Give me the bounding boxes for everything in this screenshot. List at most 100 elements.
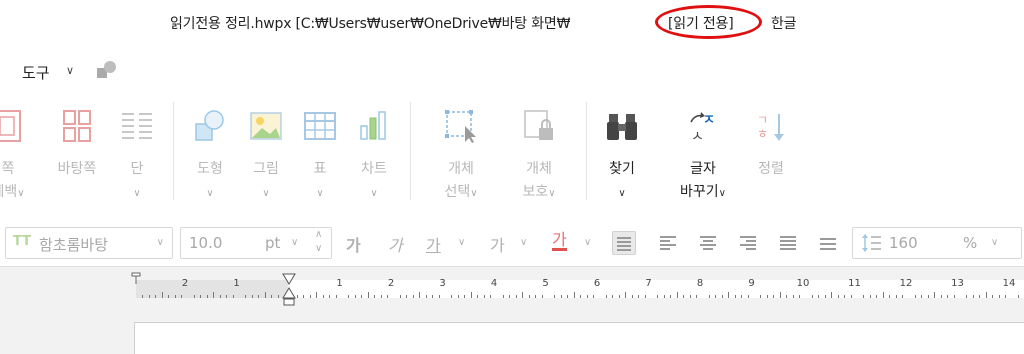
underline-button[interactable]: 가 xyxy=(426,232,441,256)
separator xyxy=(410,102,411,200)
document-page[interactable] xyxy=(134,322,1024,354)
font-type-icon: TT xyxy=(13,234,32,249)
page-border-button[interactable]: 쪽 테백∨ xyxy=(0,92,30,212)
left-indent-marker[interactable] xyxy=(128,272,144,286)
ruler-tick xyxy=(554,295,556,298)
sort-button[interactable]: ㄱ ㅎ 정렬 xyxy=(748,92,794,212)
ruler-tick xyxy=(831,292,833,298)
columns-button[interactable]: 단 ∨ xyxy=(116,92,158,212)
ruler-tick xyxy=(464,295,466,298)
ruler-tick xyxy=(155,295,157,298)
ribbon-label: 찾기 xyxy=(609,161,635,177)
justify-align-button[interactable] xyxy=(612,231,636,255)
chevron-down-icon[interactable]: ∨ xyxy=(291,237,298,248)
font-size-field[interactable]: 10.0 pt ∨ ∧ ∨ xyxy=(180,227,332,259)
ruler-label: 3 xyxy=(439,278,446,289)
chevron-down-icon[interactable]: ∨ xyxy=(66,64,74,77)
chevron-down-icon: ∨ xyxy=(262,188,270,199)
ruler-tick xyxy=(432,295,434,298)
ruler-tick xyxy=(741,295,743,298)
ribbon-label: 테백 xyxy=(0,184,18,200)
ribbon-label: 개체 xyxy=(526,161,552,177)
stepper-down-icon[interactable]: ∨ xyxy=(315,243,322,254)
ribbon-label: 개체 xyxy=(448,161,474,177)
chevron-down-icon[interactable]: ∨ xyxy=(584,237,591,248)
chevron-down-icon: ∨ xyxy=(618,188,626,199)
font-color-button[interactable]: 가 xyxy=(552,232,567,251)
ruler-tick xyxy=(483,295,485,298)
ruler-tick xyxy=(850,295,852,298)
chart-button[interactable]: 차트 ∨ xyxy=(350,92,398,212)
ruler-label: 1 xyxy=(336,278,343,289)
ruler-tick xyxy=(747,295,749,298)
ruler-tick xyxy=(303,295,305,298)
stepper-up-icon[interactable]: ∧ xyxy=(315,229,322,240)
ruler-tick xyxy=(927,295,929,298)
protect-object-button[interactable]: 개체 보호∨ xyxy=(506,92,572,212)
center-align-button[interactable] xyxy=(696,231,720,255)
title-bar: 읽기전용 정리.hwpx [C:₩Users₩user₩OneDrive₩바탕 … xyxy=(0,0,1024,44)
menu-row: 도구 ∨ xyxy=(0,52,1024,90)
find-button[interactable]: 찾기 ∨ xyxy=(598,92,646,212)
bold-button[interactable]: 가 xyxy=(346,232,361,256)
ruler-tick xyxy=(168,295,170,298)
ruler-tick xyxy=(869,295,871,298)
italic-button[interactable]: 가 xyxy=(388,232,403,256)
ruler-tick xyxy=(631,295,633,298)
chevron-down-icon: ∨ xyxy=(370,188,378,199)
master-page-button[interactable]: 바탕쪽 xyxy=(50,92,104,212)
chart-icon xyxy=(360,111,386,140)
shape-button[interactable]: 도형 ∨ xyxy=(186,92,234,212)
ribbon-label: 그림 xyxy=(253,161,279,177)
ruler-tick xyxy=(914,295,916,298)
ruler-tick xyxy=(367,292,369,298)
ruler-label: 1 xyxy=(233,278,240,289)
ruler-label: 11 xyxy=(848,278,861,289)
ruler-tick xyxy=(779,292,781,298)
shapes-icon[interactable] xyxy=(95,60,119,80)
ruler-tick xyxy=(380,295,382,298)
chevron-down-icon: ∨ xyxy=(470,188,478,199)
ruler-tick xyxy=(316,292,318,298)
strikethrough-button[interactable]: 가 xyxy=(490,232,505,256)
ruler-tick xyxy=(522,292,524,298)
select-object-button[interactable]: 개체 선택∨ xyxy=(430,92,492,212)
ruler-tick xyxy=(412,295,414,298)
chevron-down-icon[interactable]: ∨ xyxy=(458,237,465,248)
ruler-tick xyxy=(818,295,820,298)
ruler-tick xyxy=(528,295,530,298)
ruler-tick xyxy=(593,295,595,298)
ruler-tick xyxy=(786,295,788,298)
split-align-button[interactable] xyxy=(816,231,840,255)
svg-text:ㅅ: ㅅ xyxy=(691,129,704,144)
ruler-label: 4 xyxy=(490,278,498,289)
right-align-button[interactable] xyxy=(736,231,760,255)
ruler-label: 14 xyxy=(1002,278,1016,289)
ruler-tick xyxy=(264,292,266,298)
ruler-tick xyxy=(902,295,904,298)
line-spacing-field[interactable]: 160 % ∨ xyxy=(852,227,1022,259)
select-object-icon xyxy=(445,110,476,143)
distribute-align-button[interactable] xyxy=(776,231,800,255)
replace-button[interactable]: ㅈ ㅅ 글자 바꾸기∨ xyxy=(666,92,740,212)
picture-button[interactable]: 그림 ∨ xyxy=(242,92,290,212)
table-button[interactable]: 표 ∨ xyxy=(298,92,342,212)
chevron-down-icon[interactable]: ∨ xyxy=(520,237,527,248)
ruler-tick xyxy=(663,295,665,298)
ruler-tick xyxy=(1017,295,1019,298)
ruler-tick xyxy=(438,295,440,298)
ruler-tick xyxy=(618,295,620,298)
app-name: 한글 xyxy=(771,16,797,32)
margin-marker[interactable] xyxy=(281,272,297,308)
tools-menu[interactable]: 도구 xyxy=(22,62,50,83)
left-align-button[interactable] xyxy=(656,231,680,255)
font-name-select[interactable]: TT 함초롬바탕 ∨ xyxy=(5,227,173,259)
ruler-tick xyxy=(374,295,376,298)
ruler-tick xyxy=(689,295,691,298)
chevron-down-icon[interactable]: ∨ xyxy=(991,237,998,248)
ruler-tick xyxy=(477,295,479,298)
ruler-tick xyxy=(490,295,492,298)
chevron-down-icon: ∨ xyxy=(17,188,25,199)
ruler-tick xyxy=(773,295,775,298)
horizontal-ruler[interactable]: 2 1 1 2 3 4 5 6 7 8 9 10 11 12 13 14 xyxy=(0,270,1024,306)
